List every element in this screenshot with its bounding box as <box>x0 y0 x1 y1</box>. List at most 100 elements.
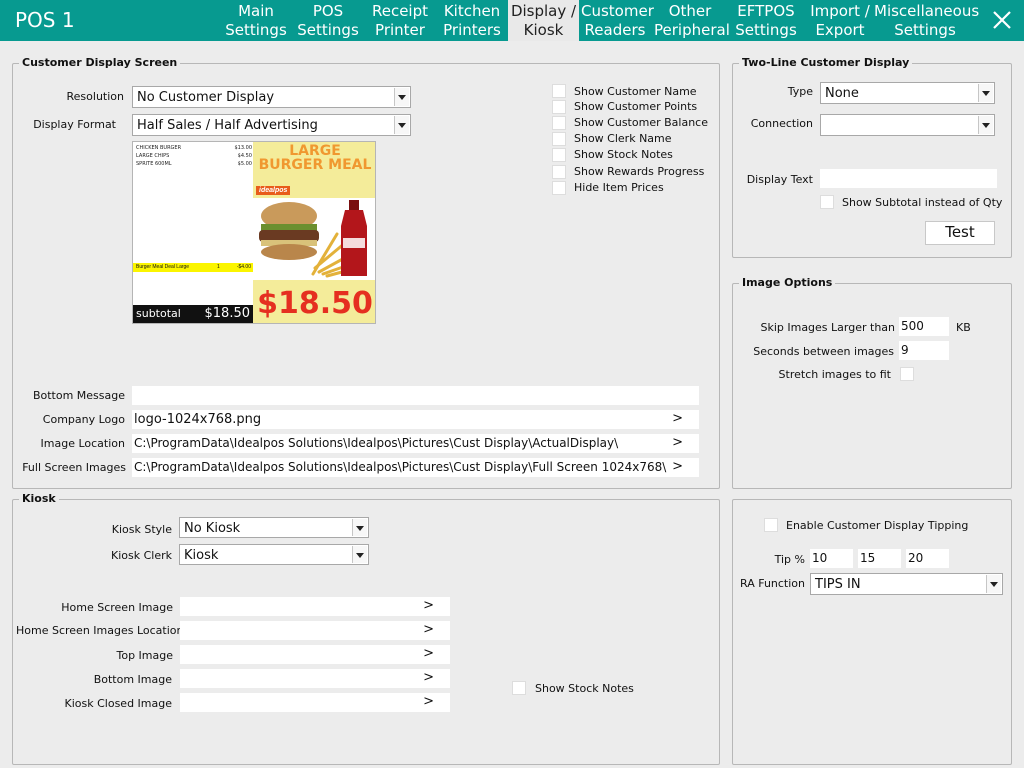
preview-item-name: CHICKEN BURGER <box>136 145 182 151</box>
tab-customer-readers[interactable]: Customer Readers <box>581 0 654 41</box>
bottom-message-input[interactable] <box>132 386 699 405</box>
browse-arrow-icon[interactable]: > <box>423 694 434 709</box>
tab-other-peripheral[interactable]: Other Peripheral <box>654 0 730 41</box>
tip-percent-3-input[interactable]: 20 <box>906 549 949 568</box>
close-icon[interactable] <box>990 8 1014 32</box>
tab-eftpos-settings[interactable]: EFTPOS Settings <box>734 0 798 41</box>
skip-images-value: 500 <box>901 319 924 333</box>
preview-subtotal-value: $18.50 <box>204 306 251 321</box>
tip-percent-1-input[interactable]: 10 <box>810 549 853 568</box>
preview-item-price: $5.00 <box>237 161 252 167</box>
browse-arrow-icon[interactable]: > <box>672 435 683 450</box>
ra-function-dropdown[interactable]: TIPS IN <box>810 573 1003 595</box>
preview-ad-heading: LARGE BURGER MEAL <box>253 144 375 173</box>
show-customer-name-checkbox[interactable] <box>552 84 566 98</box>
preview-subtotal-label: subtotal <box>136 307 181 320</box>
kiosk-style-dropdown[interactable]: No Kiosk <box>179 517 369 538</box>
checkbox-label: Show Clerk Name <box>574 132 672 145</box>
ra-function-value: TIPS IN <box>815 577 861 592</box>
group-title: Customer Display Screen <box>19 56 181 69</box>
show-subtotal-checkbox[interactable] <box>820 195 834 209</box>
tab-label-line1: Receipt <box>371 2 429 20</box>
preview-item-price: $4.50 <box>237 153 252 159</box>
preview-ad-line2: BURGER MEAL <box>258 157 372 173</box>
browse-arrow-icon[interactable]: > <box>672 411 683 426</box>
show-stock-notes-checkbox[interactable] <box>552 148 566 162</box>
top-image-field[interactable]: > <box>180 645 450 664</box>
display-text-label: Display Text <box>746 173 813 186</box>
display-text-input[interactable] <box>820 169 997 188</box>
tab-label-line2: Readers <box>584 21 646 39</box>
browse-arrow-icon[interactable]: > <box>423 646 434 661</box>
tab-import-export[interactable]: Import / Export <box>808 0 872 41</box>
stretch-images-checkbox[interactable] <box>900 367 914 381</box>
tip-percent-value: 20 <box>908 551 924 565</box>
browse-arrow-icon[interactable]: > <box>423 622 434 637</box>
tab-label-line2: Kiosk <box>523 21 564 39</box>
preview-advertising-panel: LARGE BURGER MEAL idealpos $18.50 <box>253 142 375 323</box>
tab-display-kiosk[interactable]: Display / Kiosk <box>508 0 579 41</box>
home-screen-images-location-field[interactable]: > <box>180 621 450 640</box>
kiosk-clerk-dropdown[interactable]: Kiosk <box>179 544 369 565</box>
browse-arrow-icon[interactable]: > <box>423 670 434 685</box>
test-button[interactable]: Test <box>925 221 995 245</box>
top-image-label: Top Image <box>116 649 173 662</box>
tab-miscellaneous-settings[interactable]: Miscellaneous Settings <box>874 0 980 41</box>
type-value: None <box>825 86 859 101</box>
display-format-dropdown[interactable]: Half Sales / Half Advertising <box>132 114 411 136</box>
kiosk-closed-image-field[interactable]: > <box>180 693 450 712</box>
chevron-down-icon <box>394 88 409 106</box>
tab-pos-settings[interactable]: POS Settings <box>296 0 360 41</box>
kiosk-show-stock-notes-label: Show Stock Notes <box>535 682 634 695</box>
type-dropdown[interactable]: None <box>820 82 995 104</box>
preview-highlight-price: -$4.00 <box>236 264 251 270</box>
checkbox-label: Hide Item Prices <box>574 181 664 194</box>
tab-label-line2: Printers <box>443 21 501 39</box>
group-title: Image Options <box>739 276 836 289</box>
tab-label-line1: Miscellaneous <box>874 2 980 20</box>
show-clerk-name-checkbox[interactable] <box>552 132 566 146</box>
tab-label-line1: Display / <box>510 2 577 20</box>
enable-tipping-checkbox[interactable] <box>764 518 778 532</box>
preview-ad-badge: idealpos <box>256 186 291 195</box>
full-screen-images-field[interactable]: C:\ProgramData\Idealpos Solutions\Idealp… <box>132 458 699 477</box>
group-title: Two-Line Customer Display <box>739 56 913 69</box>
hide-item-prices-checkbox[interactable] <box>552 181 566 195</box>
resolution-dropdown[interactable]: No Customer Display <box>132 86 411 108</box>
bottom-message-label: Bottom Message <box>32 389 125 402</box>
tab-kitchen-printers[interactable]: Kitchen Printers <box>440 0 504 41</box>
show-customer-points-checkbox[interactable] <box>552 100 566 114</box>
chevron-down-icon <box>978 84 993 102</box>
browse-arrow-icon[interactable]: > <box>423 598 434 613</box>
bottom-image-field[interactable]: > <box>180 669 450 688</box>
company-logo-field[interactable]: logo-1024x768.png > <box>132 410 699 429</box>
display-format-value: Half Sales / Half Advertising <box>137 118 318 133</box>
tab-main-settings[interactable]: Main Settings <box>222 0 290 41</box>
image-options-group: Image Options <box>732 276 1012 489</box>
kiosk-show-stock-notes-checkbox[interactable] <box>512 681 526 695</box>
tab-label-line1: Kitchen <box>443 2 501 20</box>
display-format-label: Display Format <box>33 118 116 131</box>
home-screen-image-field[interactable]: > <box>180 597 450 616</box>
show-customer-balance-checkbox[interactable] <box>552 116 566 130</box>
show-rewards-progress-checkbox[interactable] <box>552 165 566 179</box>
tip-percent-2-input[interactable]: 15 <box>858 549 901 568</box>
burger-meal-image <box>253 198 375 280</box>
tip-percent-label: Tip % <box>774 553 805 566</box>
tab-label-line1: EFTPOS <box>737 2 795 20</box>
preview-subtotal-bar: subtotal $18.50 <box>133 305 253 323</box>
tab-label-line2: Settings <box>735 21 797 39</box>
top-navigation-bar: POS 1 Main Settings POS Settings Receipt Pr… <box>0 0 1024 41</box>
seconds-between-input[interactable]: 9 <box>899 341 949 360</box>
app-title: POS 1 <box>15 8 75 32</box>
customer-display-preview: CHICKEN BURGER $13.00 LARGE CHIPS $4.50 SP… <box>132 141 376 324</box>
connection-dropdown[interactable] <box>820 114 995 136</box>
preview-item-row: LARGE CHIPS $4.50 <box>136 153 252 159</box>
browse-arrow-icon[interactable]: > <box>672 459 683 474</box>
image-location-field[interactable]: C:\ProgramData\Idealpos Solutions\Idealp… <box>132 434 699 453</box>
tab-label-line1: Other <box>668 2 712 20</box>
tip-percent-value: 15 <box>860 551 876 565</box>
skip-images-input[interactable]: 500 <box>899 317 949 336</box>
tab-receipt-printer[interactable]: Receipt Printer <box>367 0 433 41</box>
ra-function-label: RA Function <box>740 577 806 590</box>
